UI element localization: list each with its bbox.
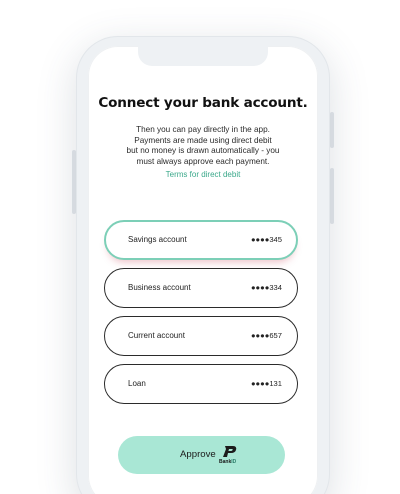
phone-notch [138, 46, 268, 66]
phone-volume-down-button [330, 168, 334, 224]
phone-screen: Connect your bank account. Then you can … [88, 46, 318, 494]
bankid-word-id: ID [231, 459, 237, 465]
description-line: Payments are made using direct debit [134, 135, 272, 145]
account-option-current[interactable]: Current account ●●●●657 [104, 316, 298, 356]
account-name: Business account [128, 283, 191, 292]
account-number: ●●●●131 [250, 379, 282, 388]
terms-link[interactable]: Terms for direct debit [88, 170, 318, 179]
account-name: Loan [128, 379, 146, 388]
bankid-wordmark: BankID [219, 459, 236, 465]
account-number: ●●●●334 [250, 283, 282, 292]
description: Then you can pay directly in the app. Pa… [98, 125, 308, 167]
page-title: Connect your bank account. [98, 95, 308, 111]
phone-volume-up-button [330, 112, 334, 148]
account-number: ●●●●657 [250, 331, 282, 340]
approve-button[interactable]: Approve BankID [118, 436, 285, 474]
approve-button-label: Approve [180, 449, 216, 460]
account-option-business[interactable]: Business account ●●●●334 [104, 268, 298, 308]
account-option-savings[interactable]: Savings account ●●●●345 [104, 220, 298, 260]
account-name: Current account [128, 331, 185, 340]
page: Connect your bank account. Then you can … [0, 0, 400, 494]
bankid-logo-icon: BankID [219, 444, 241, 468]
description-line: Then you can pay directly in the app. [136, 125, 270, 134]
account-number: ●●●●345 [250, 235, 282, 244]
bankid-word-bank: Bank [219, 459, 232, 465]
account-name: Savings account [128, 235, 187, 244]
account-option-loan[interactable]: Loan ●●●●131 [104, 364, 298, 404]
description-line: but no money is drawn automatically - yo… [126, 146, 280, 156]
bankid-mark [223, 446, 237, 457]
description-line: must always approve each payment. [136, 156, 270, 166]
